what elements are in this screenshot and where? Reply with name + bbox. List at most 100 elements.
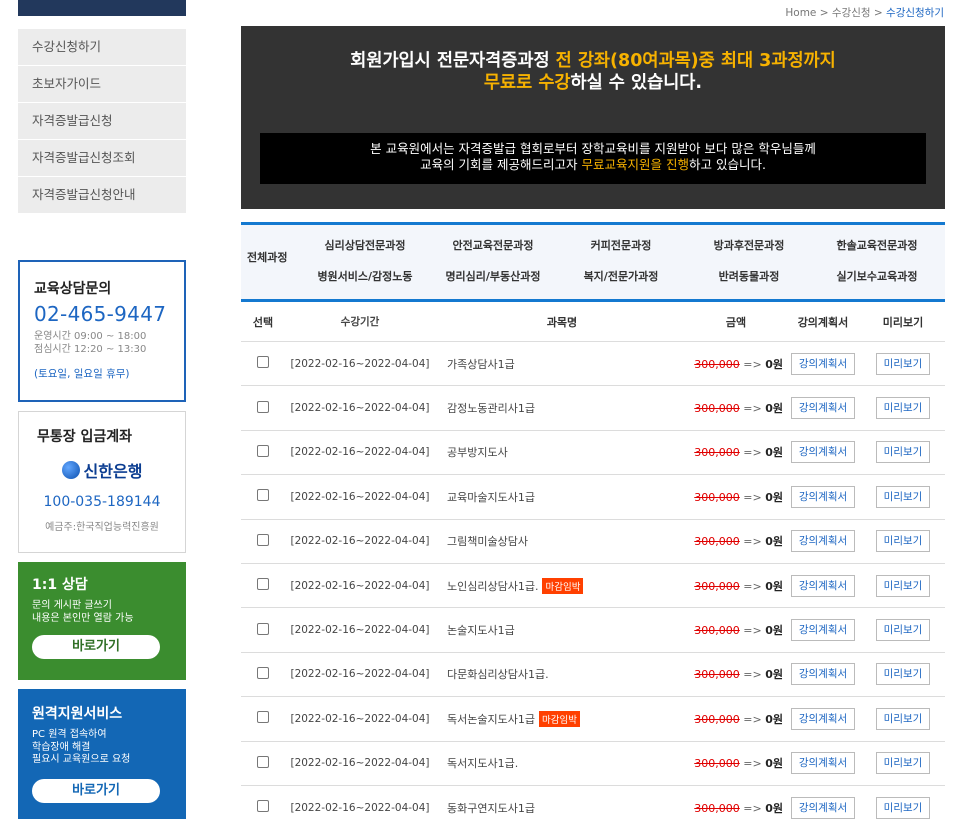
row-checkbox[interactable]	[257, 622, 269, 635]
row-course-name[interactable]: 독서지도사1급.	[447, 757, 518, 770]
row-original-price: 300,000	[694, 357, 740, 371]
row-price-cell: 300,000 => 0원	[689, 711, 783, 727]
row-course-name[interactable]: 노인심리상담사1급.	[447, 580, 538, 593]
row-course-name[interactable]: 그림책미술상담사	[447, 535, 528, 548]
preview-button[interactable]: 미리보기	[875, 352, 931, 375]
preview-button[interactable]: 미리보기	[875, 796, 931, 819]
preview-button[interactable]: 미리보기	[875, 752, 931, 775]
remote-go-button[interactable]: 바로가기	[32, 778, 160, 803]
table-row: [2022-02-16~2022-04-04] 논술지도사1급 300,000 =>…	[241, 608, 945, 653]
row-course-name[interactable]: 가족상담사1급	[447, 358, 515, 371]
row-period: [2022-02-16~2022-04-04]	[290, 801, 430, 814]
row-course-cell: 독서지도사1급.	[435, 755, 689, 771]
row-checkbox[interactable]	[257, 444, 269, 457]
one-to-one-go-button[interactable]: 바로가기	[32, 635, 160, 659]
consult-title: 교육상담문의	[34, 281, 112, 297]
category-item[interactable]: 안전교육전문과정	[429, 237, 557, 253]
row-price-cell: 300,000 => 0원	[689, 356, 783, 372]
row-preview-cell: 미리보기	[863, 796, 943, 819]
row-checkbox[interactable]	[257, 578, 269, 591]
row-course-name[interactable]: 독서논술지도사1급	[447, 713, 535, 726]
row-period: [2022-02-16~2022-04-04]	[290, 357, 430, 370]
banner-sub-line-2: 교육의 기회를 제공해드리고자 무료교육지원을 진행하고 있습니다.	[260, 157, 926, 173]
preview-button[interactable]: 미리보기	[875, 574, 931, 597]
syllabus-button[interactable]: 강의계획서	[790, 574, 856, 597]
consult-phone[interactable]: 02-465-9447	[34, 302, 184, 326]
preview-button[interactable]: 미리보기	[875, 619, 931, 642]
syllabus-button[interactable]: 강의계획서	[790, 530, 856, 553]
category-item[interactable]: 복지/전문가과정	[557, 268, 685, 284]
banner-text: 교육의 기회를 제공해드리고자	[420, 157, 582, 172]
row-preview-cell: 미리보기	[863, 530, 943, 553]
row-course-name[interactable]: 공부방지도사	[447, 446, 508, 459]
preview-button[interactable]: 미리보기	[875, 485, 931, 508]
category-item[interactable]: 커피전문과정	[557, 237, 685, 253]
row-course-name[interactable]: 논술지도사1급	[447, 624, 515, 637]
one-to-one-title: 1:1 상담	[32, 577, 88, 593]
table-row: [2022-02-16~2022-04-04] 동화구연지도사1급 300,000 …	[241, 786, 945, 828]
row-checkbox[interactable]	[257, 800, 269, 813]
row-checkbox[interactable]	[257, 489, 269, 502]
category-all[interactable]: 전체과정	[247, 249, 287, 265]
category-item[interactable]: 방과후전문과정	[685, 237, 813, 253]
category-item[interactable]: 명리심리/부동산과정	[429, 268, 557, 284]
row-checkbox[interactable]	[257, 666, 269, 679]
table-row: [2022-02-16~2022-04-04] 공부방지도사 300,000 => …	[241, 431, 945, 476]
row-preview-cell: 미리보기	[863, 441, 943, 464]
row-preview-cell: 미리보기	[863, 485, 943, 508]
breadcrumb-home[interactable]: Home	[785, 7, 816, 19]
row-select-cell	[241, 711, 285, 726]
one-to-one-box: 1:1 상담 문의 게시판 글쓰기 내용은 본인만 열람 가능 바로가기	[18, 562, 186, 680]
row-course-name[interactable]: 교육마술지도사1급	[447, 491, 535, 504]
breadcrumb-section[interactable]: 수강신청	[832, 7, 871, 19]
sidebar-item-enroll[interactable]: 수강신청하기	[18, 29, 186, 66]
consult-lunch: 점심시간 12:20 ~ 13:30	[34, 344, 147, 355]
row-preview-cell: 미리보기	[863, 397, 943, 420]
sidebar-item-cert-status[interactable]: 자격증발급신청조회	[18, 140, 186, 177]
row-checkbox[interactable]	[257, 711, 269, 724]
sidebar-item-cert-guide[interactable]: 자격증발급신청안내	[18, 177, 186, 214]
row-course-cell: 동화구연지도사1급	[435, 800, 689, 816]
row-select-cell	[241, 444, 285, 460]
row-checkbox[interactable]	[257, 400, 269, 413]
syllabus-button[interactable]: 강의계획서	[790, 796, 856, 819]
preview-button[interactable]: 미리보기	[875, 441, 931, 464]
row-course-name[interactable]: 감정노동관리사1급	[447, 402, 535, 415]
breadcrumb-current[interactable]: 수강신청하기	[886, 7, 944, 19]
row-period: [2022-02-16~2022-04-04]	[290, 579, 430, 592]
syllabus-button[interactable]: 강의계획서	[790, 752, 856, 775]
row-checkbox[interactable]	[257, 356, 269, 369]
syllabus-button[interactable]: 강의계획서	[790, 707, 856, 730]
syllabus-button[interactable]: 강의계획서	[790, 441, 856, 464]
syllabus-button[interactable]: 강의계획서	[790, 619, 856, 642]
row-price-cell: 300,000 => 0원	[689, 800, 783, 816]
preview-button[interactable]: 미리보기	[875, 663, 931, 686]
row-period: [2022-02-16~2022-04-04]	[290, 624, 430, 637]
sidebar-item-cert-apply[interactable]: 자격증발급신청	[18, 103, 186, 140]
row-checkbox[interactable]	[257, 533, 269, 546]
preview-button[interactable]: 미리보기	[875, 530, 931, 553]
row-checkbox[interactable]	[257, 755, 269, 768]
row-select-cell	[241, 356, 285, 371]
category-item[interactable]: 반려동물과정	[685, 268, 813, 284]
category-item[interactable]: 실기보수교육과정	[813, 268, 941, 284]
preview-button[interactable]: 미리보기	[875, 707, 931, 730]
table-row: [2022-02-16~2022-04-04] 가족상담사1급 300,000 =>…	[241, 342, 945, 387]
syllabus-button[interactable]: 강의계획서	[790, 352, 856, 375]
syllabus-button[interactable]: 강의계획서	[790, 663, 856, 686]
category-item[interactable]: 병원서비스/감정노동	[301, 268, 429, 284]
category-item[interactable]: 심리상담전문과정	[301, 237, 429, 253]
remote-desc-1: PC 원격 접속하여	[32, 729, 107, 740]
preview-button[interactable]: 미리보기	[875, 397, 931, 420]
syllabus-button[interactable]: 강의계획서	[790, 485, 856, 508]
row-course-name[interactable]: 동화구연지도사1급	[447, 802, 535, 815]
category-item[interactable]: 한솔교육전문과정	[813, 237, 941, 253]
course-table: [2022-02-16~2022-04-04] 가족상담사1급 300,000 =>…	[241, 342, 945, 828]
consult-hours: 운영시간 09:00 ~ 18:00	[34, 331, 147, 342]
row-course-name[interactable]: 다문화심리상담사1급.	[447, 668, 549, 681]
sidebar-item-beginner-guide[interactable]: 초보자가이드	[18, 66, 186, 103]
row-plan-cell: 강의계획서	[783, 707, 863, 730]
row-preview-cell: 미리보기	[863, 352, 943, 375]
shinhan-logo-icon	[61, 461, 80, 479]
syllabus-button[interactable]: 강의계획서	[790, 397, 856, 420]
